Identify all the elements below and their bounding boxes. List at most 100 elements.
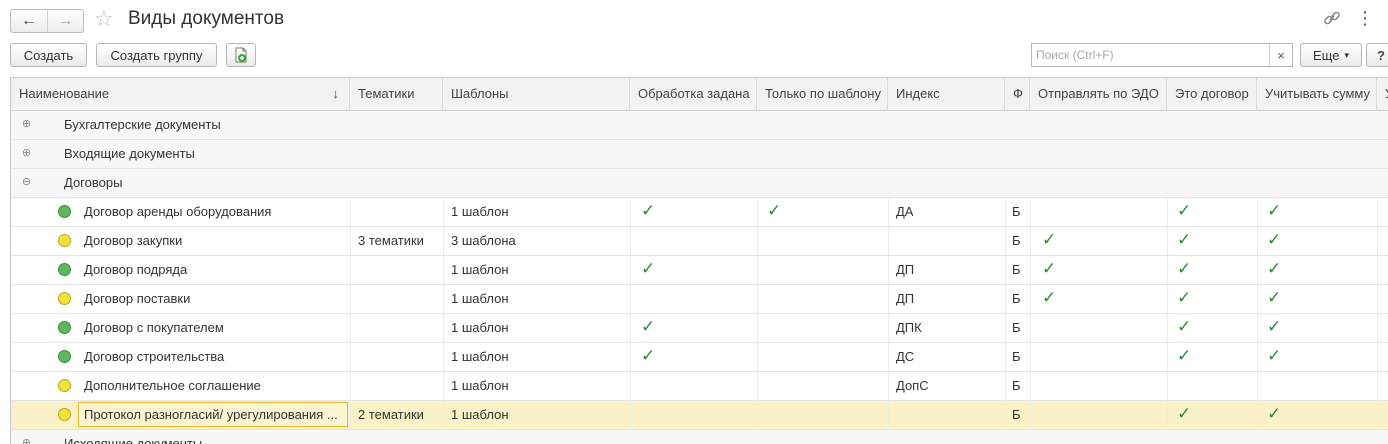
row-name: Договор аренды оборудования (84, 204, 272, 219)
column-divider (1167, 256, 1168, 284)
column-divider (1167, 401, 1168, 429)
more-menu-label: Еще (1313, 47, 1340, 63)
column-divider (1030, 198, 1031, 226)
group-label: Договоры (64, 175, 123, 190)
forward-button[interactable]: → (47, 10, 83, 32)
column-divider (350, 256, 351, 284)
column-header-account-sum[interactable]: Учитывать сумму (1257, 78, 1377, 110)
column-header-templates[interactable]: Шаблоны (443, 78, 630, 110)
check-icon: ✓ (641, 201, 656, 220)
expand-icon[interactable]: ⊕ (21, 148, 32, 159)
row-index: ДопС (896, 378, 929, 393)
group-row-outgoing[interactable]: ⊕ Исходящие документы (11, 430, 1388, 444)
column-divider (757, 343, 758, 371)
column-divider (1005, 227, 1006, 255)
table-row[interactable]: Протокол разногласий/ урегулирования ...… (11, 401, 1388, 430)
column-divider (888, 227, 889, 255)
table-row[interactable]: Договор с покупателем 1 шаблон ✓ ДПК Б ✓ ✓ (11, 314, 1388, 343)
export-excel-button[interactable] (226, 43, 256, 67)
column-divider (1167, 314, 1168, 342)
check-icon: ✓ (1267, 288, 1282, 307)
row-index: ДА (896, 204, 914, 219)
column-header-index[interactable]: Индекс (888, 78, 1005, 110)
column-divider (1167, 372, 1168, 400)
column-header-processing[interactable]: Обработка задана (630, 78, 757, 110)
column-divider (443, 285, 444, 313)
column-divider (350, 227, 351, 255)
check-icon: ✓ (1267, 230, 1282, 249)
status-dot-icon (58, 408, 71, 421)
column-divider (1167, 227, 1168, 255)
column-divider (1030, 256, 1031, 284)
column-header-extra[interactable]: У (1377, 78, 1388, 110)
row-index: ДП (896, 291, 915, 306)
column-header-is-contract[interactable]: Это договор (1167, 78, 1257, 110)
column-divider (1377, 401, 1378, 429)
row-index: ДП (896, 262, 915, 277)
column-divider (1030, 227, 1031, 255)
status-dot-icon (58, 263, 71, 276)
table-row[interactable]: Договор аренды оборудования 1 шаблон ✓ ✓ ДА Б… (11, 198, 1388, 227)
table-row[interactable]: Договор поставки 1 шаблон ДП Б ✓ ✓ ✓ (11, 285, 1388, 314)
collapse-icon[interactable]: ⊖ (21, 177, 32, 188)
table-row[interactable]: Дополнительное соглашение 1 шаблон ДопС Б (11, 372, 1388, 401)
row-templates: 1 шаблон (451, 291, 509, 306)
column-divider (1030, 372, 1031, 400)
group-row-accounting[interactable]: ⊕ Бухгалтерские документы (11, 111, 1388, 140)
row-templates: 3 шаблона (451, 233, 516, 248)
column-divider (1257, 314, 1258, 342)
link-icon[interactable] (1322, 8, 1342, 28)
help-button[interactable]: ? (1366, 43, 1388, 67)
column-divider (350, 314, 351, 342)
column-header-send-edo[interactable]: Отправлять по ЭДО (1030, 78, 1167, 110)
check-icon: ✓ (1267, 259, 1282, 278)
row-f: Б (1012, 291, 1021, 306)
group-row-incoming[interactable]: ⊕ Входящие документы (11, 140, 1388, 169)
column-divider (350, 198, 351, 226)
column-divider (757, 314, 758, 342)
column-header-topics[interactable]: Тематики (350, 78, 443, 110)
expand-icon[interactable]: ⊕ (21, 119, 32, 130)
column-divider (1030, 285, 1031, 313)
search-input[interactable] (1032, 44, 1270, 66)
row-name: Договор подряда (84, 262, 188, 277)
table-row[interactable]: Договор подряда 1 шаблон ✓ ДП Б ✓ ✓ ✓ (11, 256, 1388, 285)
row-index: ДПК (896, 320, 922, 335)
table-row[interactable]: Договор закупки 3 тематики 3 шаблона Б ✓ ✓ ✓ (11, 227, 1388, 256)
column-divider (1030, 343, 1031, 371)
check-icon: ✓ (1042, 288, 1057, 307)
check-icon: ✓ (641, 259, 656, 278)
expand-icon[interactable]: ⊕ (21, 438, 32, 444)
column-divider (350, 372, 351, 400)
row-name: Договор с покупателем (84, 320, 224, 335)
column-divider (443, 401, 444, 429)
column-divider (1167, 343, 1168, 371)
more-actions-icon[interactable]: ⋮ (1356, 8, 1374, 28)
check-icon: ✓ (1267, 404, 1282, 423)
row-f: Б (1012, 320, 1021, 335)
column-header-f[interactable]: Ф (1005, 78, 1030, 110)
row-topics: 2 тематики (358, 407, 424, 422)
favorite-star-icon[interactable]: ☆ (94, 6, 114, 32)
more-menu-button[interactable]: Еще ▾ (1300, 43, 1362, 67)
column-divider (630, 343, 631, 371)
check-icon: ✓ (641, 346, 656, 365)
table-header: Наименование ↓ Тематики Шаблоны Обработк… (11, 78, 1388, 111)
search-clear-button[interactable]: × (1269, 44, 1292, 66)
group-row-contracts[interactable]: ⊖ Договоры (11, 169, 1388, 198)
create-group-button[interactable]: Создать группу (96, 43, 217, 67)
column-header-only-template[interactable]: Только по шаблону (757, 78, 888, 110)
column-divider (1167, 198, 1168, 226)
column-divider (757, 256, 758, 284)
table-row[interactable]: Договор строительства 1 шаблон ✓ ДС Б ✓ ✓ (11, 343, 1388, 372)
column-divider (630, 198, 631, 226)
back-button[interactable]: ← (11, 10, 47, 32)
column-divider (1257, 372, 1258, 400)
column-divider (443, 256, 444, 284)
group-label: Входящие документы (64, 146, 195, 161)
column-header-name[interactable]: Наименование ↓ (11, 78, 350, 110)
column-divider (888, 314, 889, 342)
create-button[interactable]: Создать (10, 43, 87, 67)
column-divider (350, 343, 351, 371)
column-divider (1005, 314, 1006, 342)
